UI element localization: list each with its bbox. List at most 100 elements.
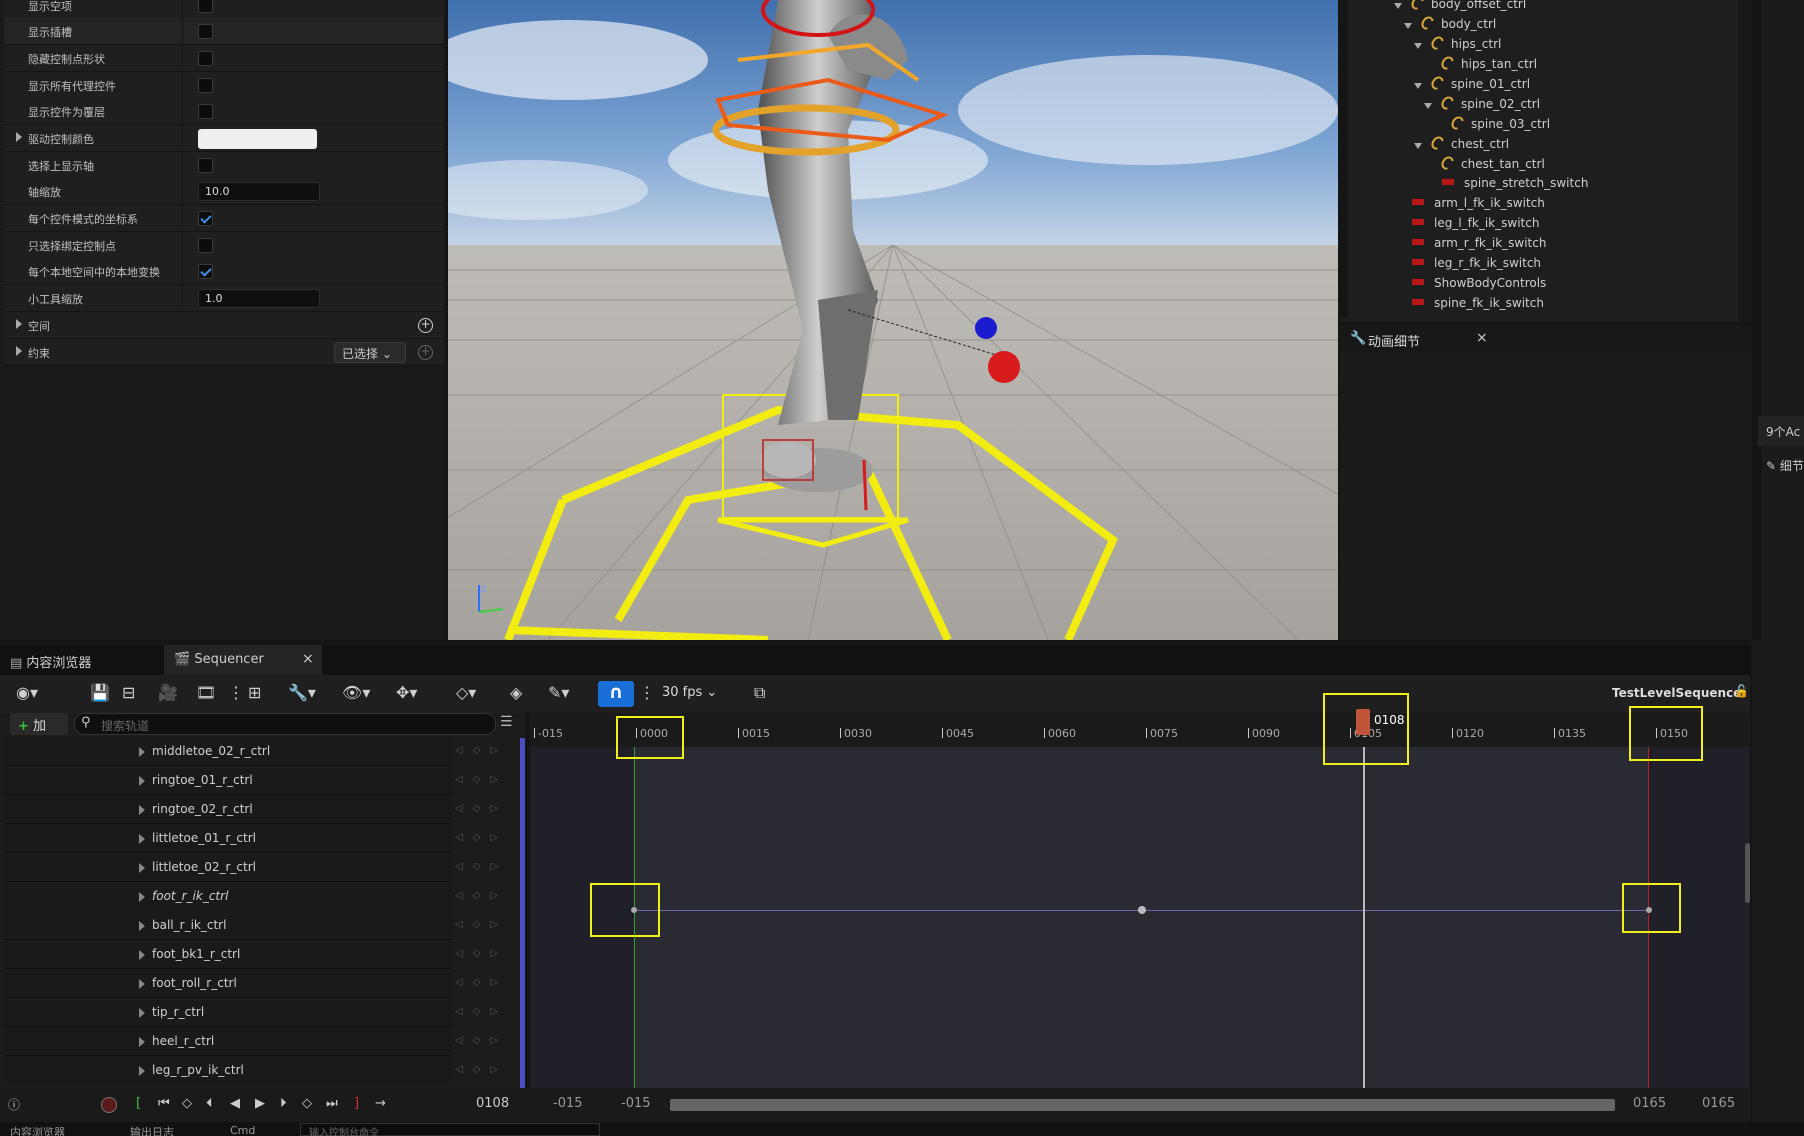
outliner-item[interactable]: spine_02_ctrl (1438, 94, 1540, 116)
details-tab[interactable]: ✎ 细节 (1758, 452, 1804, 478)
expand-arrow-icon[interactable] (1414, 83, 1422, 89)
outliner-item[interactable]: chest_ctrl (1428, 134, 1509, 156)
constraint-row[interactable]: 约束 已选择 ⌄ + (4, 339, 444, 366)
range-start-icon[interactable]: [ (136, 1096, 141, 1111)
current-frame-field[interactable]: 0108 (476, 1096, 509, 1111)
go-to-start-icon[interactable]: ⏮ (158, 1096, 170, 1111)
eye-icon[interactable]: 👁▾ (342, 683, 370, 702)
search-tracks-field[interactable]: ⚲ 搜索轨道 (74, 713, 496, 735)
add-track-button[interactable]: + 加 (10, 713, 68, 735)
expand-arrow-icon[interactable] (139, 747, 145, 757)
track-row[interactable]: ringtoe_01_r_ctrl (4, 767, 452, 795)
outliner-item[interactable]: arm_l_fk_ik_switch (1412, 196, 1545, 216)
step-forward-icon[interactable]: ⏵ (280, 1096, 287, 1111)
outliner-scrollbar-track[interactable] (1738, 0, 1752, 322)
snap-magnet-icon[interactable]: ∩ (598, 681, 634, 707)
wrench-icon[interactable]: 🔧▾ (288, 683, 316, 702)
key-nav-icons[interactable]: ◁◇▷ (455, 861, 508, 872)
outliner-item[interactable]: chest_tan_ctrl (1438, 154, 1545, 176)
track-row[interactable]: ringtoe_02_r_ctrl (4, 796, 452, 824)
expand-arrow-icon[interactable] (16, 132, 22, 142)
camera-icon[interactable]: 🎥 (158, 683, 178, 702)
outliner-item[interactable]: spine_01_ctrl (1428, 74, 1530, 96)
key-nav-icons[interactable]: ◁◇▷ (455, 919, 508, 930)
status-output-log[interactable]: 输出日志 (130, 1124, 174, 1136)
property-checkbox[interactable] (198, 51, 213, 66)
playhead-line[interactable] (1363, 713, 1365, 1088)
lock-icon[interactable]: 🔓 (1734, 684, 1749, 698)
expand-arrow-icon[interactable] (139, 921, 145, 931)
property-checkbox[interactable] (198, 0, 213, 13)
property-checkbox[interactable] (198, 264, 213, 279)
play-icon[interactable]: ▶ (255, 1096, 265, 1111)
outliner-item[interactable]: body_ctrl (1418, 14, 1496, 36)
property-checkbox[interactable] (198, 158, 213, 173)
outliner-item[interactable]: hips_ctrl (1428, 34, 1501, 56)
track-row[interactable]: leg_r_pv_ik_ctrl (4, 1057, 452, 1085)
view-end-field[interactable]: 0165 (1702, 1096, 1735, 1111)
status-cmd[interactable]: Cmd (230, 1124, 255, 1136)
info-icon[interactable]: ⓘ (8, 1096, 20, 1113)
close-icon[interactable]: × (1476, 330, 1488, 346)
expand-arrow-icon[interactable] (139, 1008, 145, 1018)
expand-arrow-icon[interactable] (139, 950, 145, 960)
space-row[interactable]: 空间 + (4, 312, 444, 339)
outliner-item[interactable]: leg_l_fk_ik_switch (1412, 216, 1539, 236)
close-icon[interactable]: × (302, 651, 314, 667)
tab-content-browser[interactable]: ▤ 内容浏览器 (0, 645, 160, 675)
view-start-field[interactable]: -015 (553, 1096, 583, 1111)
track-row[interactable]: littletoe_01_r_ctrl (4, 825, 452, 853)
key-nav-icons[interactable]: ◁◇▷ (455, 948, 508, 959)
key-nav-icons[interactable]: ◁◇▷ (455, 890, 508, 901)
expand-arrow-icon[interactable] (139, 979, 145, 989)
timeline-area[interactable] (530, 713, 1750, 1088)
world-icon[interactable]: ◉▾ (16, 683, 38, 702)
playback-start-field[interactable]: -015 (621, 1096, 651, 1111)
find-asset-icon[interactable]: ⊟ (122, 683, 135, 702)
next-key-icon[interactable]: ◇ (302, 1096, 312, 1111)
viewport[interactable]: z (448, 0, 1338, 640)
save-icon[interactable]: 💾 (90, 683, 110, 702)
key-nav-icons[interactable]: ◁◇▷ (455, 774, 508, 785)
playback-settings-icon[interactable]: ✥▾ (396, 683, 417, 702)
outliner-item[interactable]: leg_r_fk_ik_switch (1412, 256, 1541, 276)
expand-arrow-icon[interactable] (139, 863, 145, 873)
actions-icon[interactable]: ⊞ (248, 683, 261, 702)
track-row[interactable]: foot_roll_r_ctrl (4, 970, 452, 998)
track-row[interactable]: tip_r_ctrl (4, 999, 452, 1027)
expand-arrow-icon[interactable] (139, 1066, 145, 1076)
filter-icon[interactable]: ☰ (500, 714, 513, 730)
expand-arrow-icon[interactable] (139, 1037, 145, 1047)
render-movie-icon[interactable]: 🎞 (196, 683, 216, 702)
outliner-item[interactable]: hips_tan_ctrl (1438, 54, 1537, 76)
key-nav-icons[interactable]: ◁◇▷ (455, 1064, 508, 1075)
outliner-item[interactable]: ShowBodyControls (1412, 276, 1546, 296)
expand-arrow-icon[interactable] (1414, 43, 1422, 49)
selected-dropdown[interactable]: 已选择 ⌄ (334, 342, 406, 363)
edit-mode-icon[interactable]: ✎▾ (548, 683, 569, 702)
range-scrollbar[interactable] (670, 1099, 1615, 1111)
property-input[interactable]: 1.0 (198, 289, 320, 308)
property-checkbox[interactable] (198, 78, 213, 93)
add-circle-icon[interactable]: + (418, 318, 433, 333)
outliner-item[interactable]: spine_03_ctrl (1448, 114, 1550, 136)
key-icon[interactable]: ◇▾ (456, 683, 476, 702)
expand-arrow-icon[interactable] (1404, 23, 1412, 29)
track-row[interactable]: foot_bk1_r_ctrl (4, 941, 452, 969)
more-options-icon[interactable]: ⋮ (228, 683, 244, 702)
key-nav-icons[interactable]: ◁◇▷ (455, 1006, 508, 1017)
expand-arrow-icon[interactable] (1414, 143, 1422, 149)
key-nav-icons[interactable]: ◁◇▷ (455, 1035, 508, 1046)
auto-key-icon[interactable]: ◈ (510, 683, 522, 702)
loop-icon[interactable]: → (375, 1096, 386, 1111)
outliner-item[interactable]: spine_stretch_switch (1442, 176, 1588, 196)
fps-dropdown[interactable]: 30 fps ⌄ (662, 685, 717, 700)
key-nav-icons[interactable]: ◁◇▷ (455, 977, 508, 988)
key-nav-icons[interactable]: ◁◇▷ (455, 832, 508, 843)
timeline-scrollbar[interactable] (1745, 843, 1750, 903)
play-reverse-icon[interactable]: ◀ (230, 1096, 240, 1111)
expand-arrow-icon[interactable] (139, 834, 145, 844)
track-row[interactable]: littletoe_02_r_ctrl (4, 854, 452, 882)
key-nav-icons[interactable]: ◁◇▷ (455, 803, 508, 814)
property-checkbox[interactable] (198, 238, 213, 253)
